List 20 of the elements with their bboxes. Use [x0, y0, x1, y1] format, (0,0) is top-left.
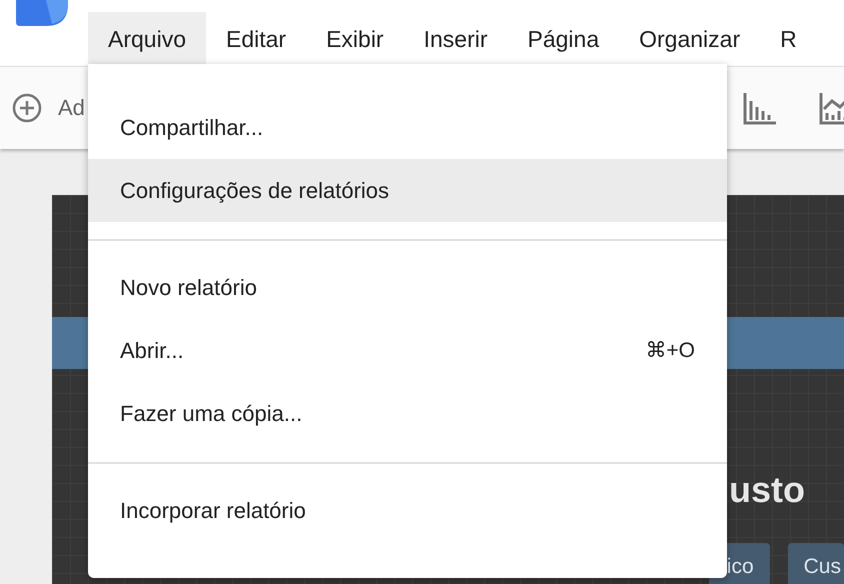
menu-item[interactable]: Arquivo: [88, 12, 206, 64]
menu-item[interactable]: Editar: [206, 12, 306, 64]
menu-option[interactable]: Abrir... ⌘+O: [88, 319, 727, 382]
menu-item[interactable]: R: [760, 12, 817, 64]
menu-item[interactable]: Organizar: [619, 12, 760, 64]
metric-chip: Cus: [788, 543, 844, 584]
menu-option[interactable]: Incorporar relatório: [88, 479, 727, 542]
bar-chart-icon[interactable]: [742, 91, 776, 125]
menu-option[interactable]: Compartilhar...: [88, 96, 727, 159]
add-label[interactable]: Ad: [58, 95, 85, 121]
add-icon[interactable]: [12, 93, 42, 123]
menu-option[interactable]: Configurações de relatórios: [88, 159, 727, 222]
menu-option[interactable]: Novo relatório: [88, 256, 727, 319]
menu-item[interactable]: Página: [508, 12, 620, 64]
combo-chart-icon[interactable]: [818, 91, 844, 125]
report-heading: usto: [729, 469, 805, 511]
menu-item[interactable]: Inserir: [404, 12, 508, 64]
menu-option[interactable]: Fazer uma cópia...: [88, 382, 727, 445]
menu-item[interactable]: Exibir: [306, 12, 404, 64]
logo-icon: [16, 0, 68, 26]
